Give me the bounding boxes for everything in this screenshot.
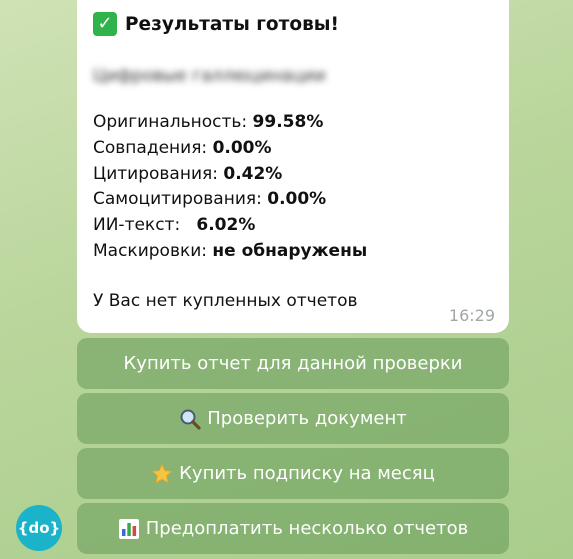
check-document-label: Проверить документ: [207, 408, 407, 429]
buy-report-button[interactable]: Купить отчет для данной проверки: [77, 338, 509, 389]
message-timestamp: 16:29: [448, 306, 495, 325]
stat-ai-text: ИИ-текст: 6.02%: [93, 213, 493, 239]
prepay-reports-label: Предоплатить несколько отчетов: [145, 518, 469, 539]
buy-subscription-button[interactable]: Купить подписку на месяц: [77, 448, 509, 499]
stat-originality: Оригинальность: 99.58%: [93, 110, 493, 136]
stat-label: Маскировки:: [93, 240, 213, 261]
stat-value: 99.58%: [252, 112, 324, 132]
stat-value: 6.02%: [196, 215, 256, 236]
stat-matches: Совпадения: 0.00%: [93, 136, 493, 162]
message-title: ✓ Результаты готовы!: [93, 12, 493, 36]
prepay-reports-button[interactable]: Предоплатить несколько отчетов: [77, 503, 509, 554]
stat-label: Цитирования:: [93, 163, 224, 184]
stat-masking: Маскировки: не обнаружены: [93, 239, 493, 265]
stat-label: Оригинальность:: [93, 112, 253, 132]
stat-label: Совпадения:: [93, 137, 213, 158]
stat-label: Самоцитирования:: [93, 189, 268, 210]
bot-avatar[interactable]: {do}: [16, 505, 62, 551]
message-bubble: ✓ Результаты готовы! Цифровые галлюцинац…: [77, 0, 509, 333]
buy-report-label: Купить отчет для данной проверки: [123, 353, 463, 374]
check-mark-icon: ✓: [93, 12, 117, 36]
stat-label: ИИ-текст:: [93, 215, 197, 236]
stat-value: не обнаружены: [212, 240, 368, 261]
bar-chart-icon: [118, 518, 140, 540]
stat-value: 0.42%: [223, 163, 283, 184]
stat-value: 0.00%: [267, 189, 327, 210]
stat-self-citations: Самоцитирования: 0.00%: [93, 187, 493, 213]
no-reports-note: У Вас нет купленных отчетов: [93, 290, 358, 311]
stat-value: 0.00%: [212, 137, 272, 158]
stat-citations: Цитирования: 0.42%: [93, 162, 493, 188]
buy-subscription-label: Купить подписку на месяц: [179, 463, 435, 484]
check-document-button[interactable]: Проверить документ: [77, 393, 509, 444]
message-title-text: Результаты готовы!: [125, 13, 339, 35]
blurred-document-title: Цифровые галлюцинации: [93, 66, 326, 86]
star-icon: [151, 462, 173, 485]
stats-list: Оригинальность: 99.58% Совпадения: 0.00%…: [93, 110, 493, 265]
magnifier-icon: [179, 408, 201, 430]
